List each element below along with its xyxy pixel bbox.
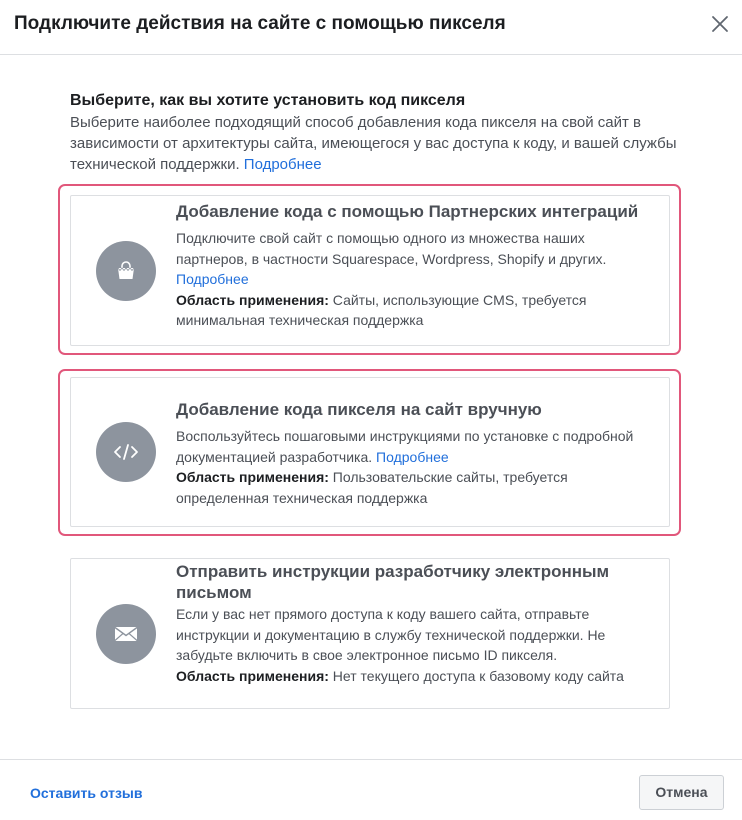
option-body: Отправить инструкции разработчику электр…	[176, 561, 659, 686]
option-title: Отправить инструкции разработчику электр…	[176, 562, 610, 602]
dialog-footer: Оставить отзыв Отмена	[0, 759, 742, 820]
option-learn-more-link[interactable]: Подробнее	[376, 449, 449, 465]
cancel-button[interactable]: Отмена	[639, 775, 724, 810]
option-scope-label: Область применения:	[176, 667, 329, 684]
intro-section: Выберите, как вы хотите установить код п…	[70, 91, 680, 175]
option-scope: Область применения: Нет текущего доступа…	[176, 666, 659, 687]
option-description: Подключите свой сайт с помощью одного из…	[176, 228, 659, 290]
option-learn-more-link[interactable]: Подробнее	[176, 271, 249, 287]
option-body: Добавление кода пикселя на сайт вручную …	[176, 399, 659, 508]
dialog-title: Подключите действия на сайте с помощью п…	[14, 13, 506, 34]
option-title: Добавление кода пикселя на сайт вручную	[176, 400, 542, 419]
option-card-partner-integrations[interactable]: Добавление кода с помощью Партнерских ин…	[70, 195, 670, 346]
option-scope-label: Область применения:	[176, 469, 329, 485]
option-title: Добавление кода с помощью Партнерских ин…	[176, 202, 639, 221]
close-icon[interactable]	[710, 14, 730, 34]
code-icon	[96, 422, 156, 482]
option-description: Воспользуйтесь пошаговыми инструкциями п…	[176, 426, 659, 467]
option-description: Если у вас нет прямого доступа к коду ва…	[176, 606, 606, 663]
envelope-icon	[96, 604, 156, 664]
option-body: Добавление кода с помощью Партнерских ин…	[176, 201, 659, 331]
option-card-manual-install[interactable]: Добавление кода пикселя на сайт вручную …	[70, 377, 670, 527]
intro-text: Выберите наиболее подходящий способ доба…	[70, 112, 680, 175]
option-scope: Область применения: Пользовательские сай…	[176, 467, 659, 508]
intro-heading: Выберите, как вы хотите установить код п…	[70, 92, 466, 109]
intro-description: Выберите наиболее подходящий способ доба…	[70, 114, 677, 173]
option-scope-label: Область применения:	[176, 291, 329, 308]
option-scope-text: Нет текущего доступа к базовому коду сай…	[332, 667, 624, 684]
leave-feedback-link[interactable]: Оставить отзыв	[30, 785, 142, 801]
option-scope: Область применения: Сайты, использующие …	[176, 290, 659, 331]
shopping-bag-icon	[96, 241, 156, 301]
option-card-email-developer[interactable]: Отправить инструкции разработчику электр…	[70, 558, 670, 709]
intro-learn-more-link[interactable]: Подробнее	[244, 156, 322, 173]
dialog-header: Подключите действия на сайте с помощью п…	[0, 0, 742, 55]
option-description-text: Подключите свой сайт с помощью одного из…	[176, 230, 607, 267]
